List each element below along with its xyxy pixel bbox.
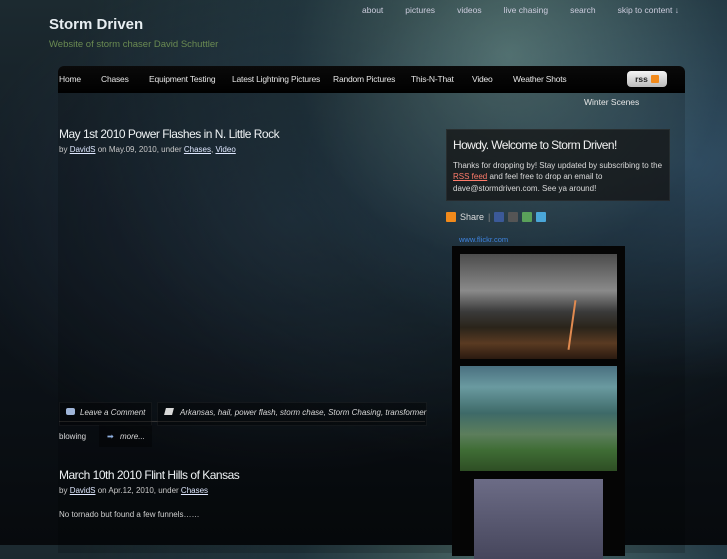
share-icon[interactable] [446,212,456,222]
author-link[interactable]: DavidS [70,145,96,154]
nav-this-n-that[interactable]: This-N-That [411,74,454,84]
topnav-about[interactable]: about [362,5,383,15]
meta-by: by [59,145,68,154]
topnav-search[interactable]: search [570,5,596,15]
site-tagline: Website of storm chaser David Schuttler [49,39,219,50]
meta-date: on Apr.12, 2010, under [97,486,179,495]
tags-line-wrap[interactable]: blowing [59,432,86,441]
site-title[interactable]: Storm Driven [49,16,143,33]
topnav-skip-to-content[interactable]: skip to content ↓ [618,5,679,15]
comment-icon [66,408,75,415]
nav-home[interactable]: Home [59,74,81,84]
main-navigation: Home Chases Equipment Testing Latest Lig… [58,66,685,93]
nav-random-pictures[interactable]: Random Pictures [333,74,395,84]
twitter-icon[interactable] [536,212,547,222]
facebook-icon[interactable] [494,212,505,222]
topnav-videos[interactable]: videos [457,5,482,15]
myspace-icon[interactable] [508,212,519,222]
category-link[interactable]: Video [215,145,235,154]
welcome-widget: Howdy. Welcome to Storm Driven! Thanks f… [446,129,670,201]
nav-weather-shots[interactable]: Weather Shots [513,74,567,84]
welcome-text: Thanks for dropping by! Stay updated by … [453,160,665,194]
more-link[interactable]: more... [120,432,145,441]
topnav-pictures[interactable]: pictures [405,5,435,15]
meta-date: on May.09, 2010, under [97,145,182,154]
post-meta: by DavidS on Apr.12, 2010, under Chases [59,486,208,495]
meta-by: by [59,486,68,495]
nav-winter-scenes[interactable]: Winter Scenes [584,97,639,107]
google-icon[interactable] [522,212,533,222]
topnav-live-chasing[interactable]: live chasing [504,5,548,15]
nav-equipment-testing[interactable]: Equipment Testing [149,74,216,84]
category-link[interactable]: Chases [181,486,208,495]
welcome-text-part: Thanks for dropping by! Stay updated by … [453,161,663,170]
rss-button[interactable]: rss [627,71,667,87]
nav-video[interactable]: Video [472,74,493,84]
flickr-label[interactable]: www.flickr.com [459,235,508,244]
flickr-photo[interactable] [460,366,617,471]
post-excerpt: No tornado but found a few funnels…… [59,510,200,519]
top-navigation: about pictures videos live chasing searc… [340,5,679,15]
flickr-photo[interactable] [460,254,617,359]
author-link[interactable]: DavidS [70,486,96,495]
post-title[interactable]: March 10th 2010 Flint Hills of Kansas [59,468,240,482]
nav-latest-lightning-pictures[interactable]: Latest Lightning Pictures [232,74,320,84]
arrow-right-icon: ➡ [107,432,114,441]
leave-comment-link[interactable]: Leave a Comment [80,408,145,417]
tags-line[interactable]: Arkansas, hail, power flash, storm chase… [180,408,426,417]
welcome-title: Howdy. Welcome to Storm Driven! [453,138,617,152]
category-link[interactable]: Chases [184,145,211,154]
share-label[interactable]: Share [460,212,484,222]
share-bar: Share | [446,212,547,222]
share-divider: | [488,212,491,222]
rss-icon [650,75,659,83]
nav-chases[interactable]: Chases [101,74,129,84]
rss-label: rss [635,74,648,84]
post-title[interactable]: May 1st 2010 Power Flashes in N. Little … [59,127,280,141]
flickr-photo[interactable] [474,479,603,559]
post-meta: by DavidS on May.09, 2010, under Chases,… [59,145,236,154]
rss-feed-link[interactable]: RSS feed [453,172,487,181]
